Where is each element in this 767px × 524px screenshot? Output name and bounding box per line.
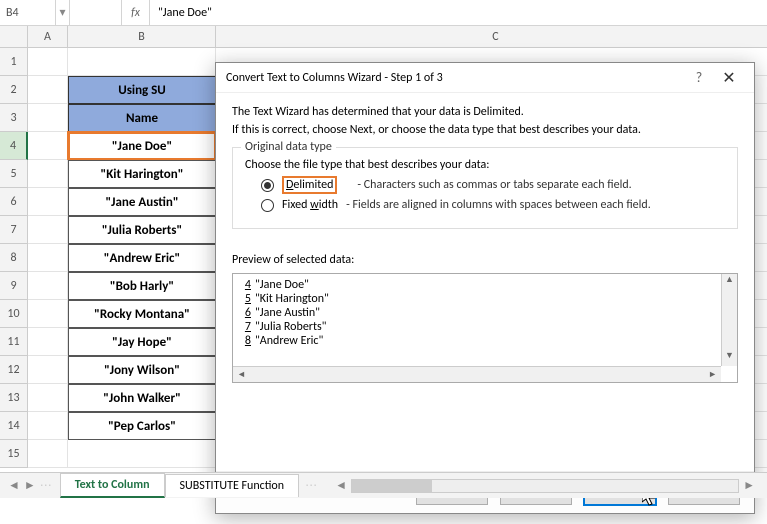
cell[interactable] bbox=[28, 384, 68, 412]
cell[interactable] bbox=[28, 104, 68, 132]
cell[interactable] bbox=[28, 76, 68, 104]
row-header[interactable]: 9 bbox=[0, 272, 28, 300]
tab-text-to-column[interactable]: Text to Column bbox=[60, 473, 165, 498]
scroll-left-icon[interactable]: ◄ bbox=[233, 367, 250, 382]
radio-fixed-width-desc: - Fields are aligned in columns with spa… bbox=[346, 198, 651, 212]
cell[interactable] bbox=[28, 328, 68, 356]
fx-icon[interactable]: fx bbox=[122, 0, 150, 25]
cell[interactable] bbox=[28, 440, 68, 468]
tab-substitute-function[interactable]: SUBSTITUTE Function bbox=[165, 474, 300, 497]
preview-box: 4"Jane Doe"5"Kit Harington"6"Jane Austin… bbox=[232, 273, 738, 383]
row-header[interactable]: 2 bbox=[0, 76, 28, 104]
cell[interactable] bbox=[68, 440, 216, 468]
row-header[interactable]: 15 bbox=[0, 440, 28, 468]
column-header-c[interactable]: C bbox=[216, 26, 767, 48]
row-header[interactable]: 13 bbox=[0, 384, 28, 412]
tab-nav-next-icon[interactable]: ► bbox=[24, 478, 36, 493]
radio-delimited[interactable] bbox=[261, 179, 274, 192]
cell[interactable]: "Jony Wilson" bbox=[68, 356, 216, 384]
row-header[interactable]: 3 bbox=[0, 104, 28, 132]
row-header[interactable]: 11 bbox=[0, 328, 28, 356]
cell[interactable]: "Rocky Montana" bbox=[68, 300, 216, 328]
preview-row: 8"Andrew Eric" bbox=[239, 334, 715, 348]
horizontal-scrollbar[interactable] bbox=[351, 479, 739, 493]
cell[interactable] bbox=[28, 412, 68, 440]
cell[interactable]: Using SU bbox=[68, 76, 216, 104]
preview-horizontal-scrollbar[interactable]: ◄ ► bbox=[233, 366, 721, 382]
preview-row: 5"Kit Harington" bbox=[239, 292, 715, 306]
radio-delimited-label[interactable]: Delimited bbox=[282, 176, 337, 194]
scroll-down-icon[interactable]: ▼ bbox=[722, 350, 737, 366]
help-icon[interactable]: ? bbox=[684, 69, 714, 86]
dialog-intro-2: If this is correct, choose Next, or choo… bbox=[232, 123, 738, 137]
preview-row: 4"Jane Doe" bbox=[239, 278, 715, 292]
dialog-title: Convert Text to Columns Wizard - Step 1 … bbox=[226, 71, 684, 85]
cell[interactable]: "Jay Hope" bbox=[68, 328, 216, 356]
cell[interactable]: "John Walker" bbox=[68, 384, 216, 412]
column-header-a[interactable]: A bbox=[28, 26, 68, 48]
row-header[interactable]: 4 bbox=[0, 132, 28, 160]
sheet-tabs-bar: ◄ ► ⋯ Text to Column SUBSTITUTE Function… bbox=[0, 472, 767, 498]
close-icon[interactable]: ✕ bbox=[714, 68, 744, 88]
formula-bar: B4 ▾ fx "Jane Doe" bbox=[0, 0, 767, 26]
text-to-columns-dialog: Convert Text to Columns Wizard - Step 1 … bbox=[215, 62, 755, 514]
cell[interactable] bbox=[28, 48, 68, 76]
formula-bar-value[interactable]: "Jane Doe" bbox=[150, 6, 767, 20]
cell[interactable] bbox=[68, 48, 216, 76]
preview-row: 6"Jane Austin" bbox=[239, 306, 715, 320]
row-header[interactable]: 6 bbox=[0, 188, 28, 216]
row-header[interactable]: 1 bbox=[0, 48, 28, 76]
formula-bar-gap bbox=[70, 0, 122, 25]
dialog-titlebar[interactable]: Convert Text to Columns Wizard - Step 1 … bbox=[216, 63, 754, 93]
preview-row: 7"Julia Roberts" bbox=[239, 320, 715, 334]
radio-fixed-width[interactable] bbox=[261, 199, 274, 212]
cell[interactable] bbox=[28, 216, 68, 244]
choose-label: Choose the file type that best describes… bbox=[245, 158, 725, 172]
row-header[interactable]: 14 bbox=[0, 412, 28, 440]
row-header[interactable]: 12 bbox=[0, 356, 28, 384]
row-header[interactable]: 8 bbox=[0, 244, 28, 272]
cell[interactable]: "Bob Harly" bbox=[68, 272, 216, 300]
preview-label: Preview of selected data: bbox=[232, 253, 738, 267]
scroll-right-icon[interactable]: ► bbox=[704, 367, 721, 382]
fieldset-label: Original data type bbox=[241, 140, 336, 154]
column-header-b[interactable]: B bbox=[68, 26, 216, 48]
cell[interactable]: Name bbox=[68, 104, 216, 132]
cell[interactable] bbox=[28, 300, 68, 328]
cell[interactable]: "Pep Carlos" bbox=[68, 412, 216, 440]
cell[interactable] bbox=[28, 244, 68, 272]
cell[interactable] bbox=[28, 188, 68, 216]
hscroll-left-icon[interactable]: ◄ bbox=[331, 478, 351, 493]
row-header[interactable]: 5 bbox=[0, 160, 28, 188]
select-all-corner[interactable] bbox=[0, 26, 28, 48]
cell[interactable]: "Julia Roberts" bbox=[68, 216, 216, 244]
radio-fixed-width-label[interactable]: Fixed width bbox=[282, 198, 338, 212]
cell[interactable]: "Jane Doe" bbox=[68, 132, 216, 160]
cell[interactable]: "Jane Austin" bbox=[68, 188, 216, 216]
scroll-up-icon[interactable]: ▲ bbox=[722, 274, 737, 290]
cell[interactable] bbox=[28, 132, 68, 160]
radio-delimited-desc: - Characters such as commas or tabs sepa… bbox=[357, 178, 631, 192]
cell[interactable] bbox=[28, 272, 68, 300]
dialog-intro-1: The Text Wizard has determined that your… bbox=[232, 105, 738, 119]
tab-nav-prev-icon[interactable]: ◄ bbox=[8, 478, 20, 493]
cell[interactable]: "Kit Harington" bbox=[68, 160, 216, 188]
hscroll-right-icon[interactable]: ► bbox=[739, 478, 759, 493]
cell[interactable]: "Andrew Eric" bbox=[68, 244, 216, 272]
row-header[interactable]: 10 bbox=[0, 300, 28, 328]
name-box-dropdown[interactable]: ▾ bbox=[56, 0, 70, 25]
row-header[interactable]: 7 bbox=[0, 216, 28, 244]
preview-vertical-scrollbar[interactable]: ▲ ▼ bbox=[721, 274, 737, 366]
name-box[interactable]: B4 bbox=[0, 0, 56, 25]
cell[interactable] bbox=[28, 160, 68, 188]
cell[interactable] bbox=[28, 356, 68, 384]
